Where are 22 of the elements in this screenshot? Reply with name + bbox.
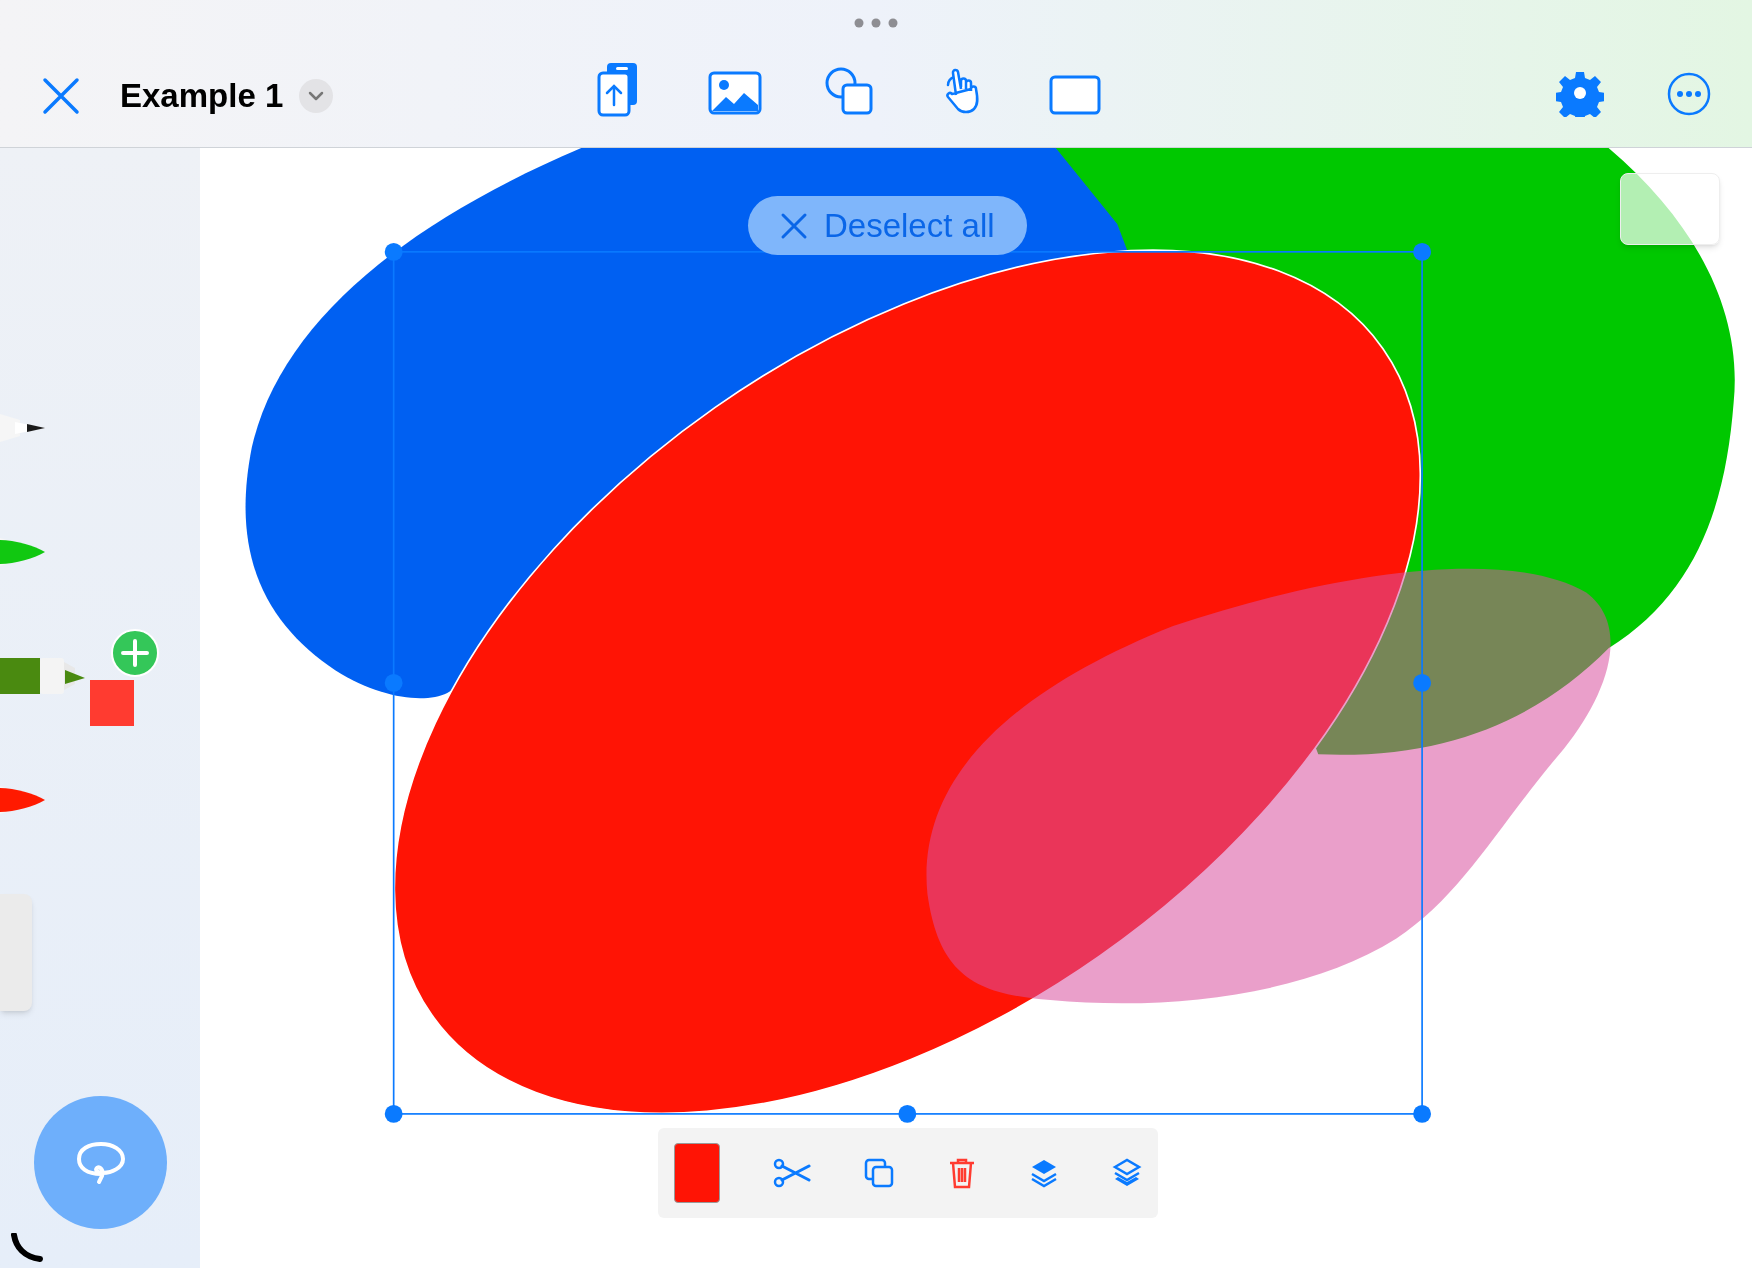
delete-icon[interactable] — [947, 1157, 976, 1189]
lasso-icon — [74, 1139, 127, 1186]
curve-mark — [10, 1233, 44, 1263]
more-options-icon[interactable] — [1666, 71, 1712, 117]
color-swatch[interactable] — [674, 1143, 720, 1203]
add-icon[interactable] — [110, 628, 160, 678]
close-icon — [780, 211, 808, 240]
shapes-icon[interactable] — [823, 65, 876, 117]
drag-handle-icon[interactable] — [854, 18, 898, 28]
dropdown-button[interactable] — [299, 79, 334, 113]
duplicate-icon[interactable] — [864, 1158, 895, 1188]
page-thumbnail[interactable] — [1620, 173, 1720, 245]
send-backward-icon[interactable] — [1111, 1157, 1142, 1189]
cut-icon[interactable] — [773, 1158, 812, 1188]
rectangle-icon[interactable] — [1049, 73, 1102, 117]
color-square — [90, 680, 134, 726]
deselect-all-button[interactable]: Deselect all — [748, 196, 1027, 255]
image-icon[interactable] — [708, 69, 763, 117]
close-button[interactable] — [40, 75, 82, 117]
chevron-down-icon — [307, 90, 326, 102]
document-title: Example 1 — [120, 76, 284, 116]
settings-icon[interactable] — [1556, 69, 1604, 117]
